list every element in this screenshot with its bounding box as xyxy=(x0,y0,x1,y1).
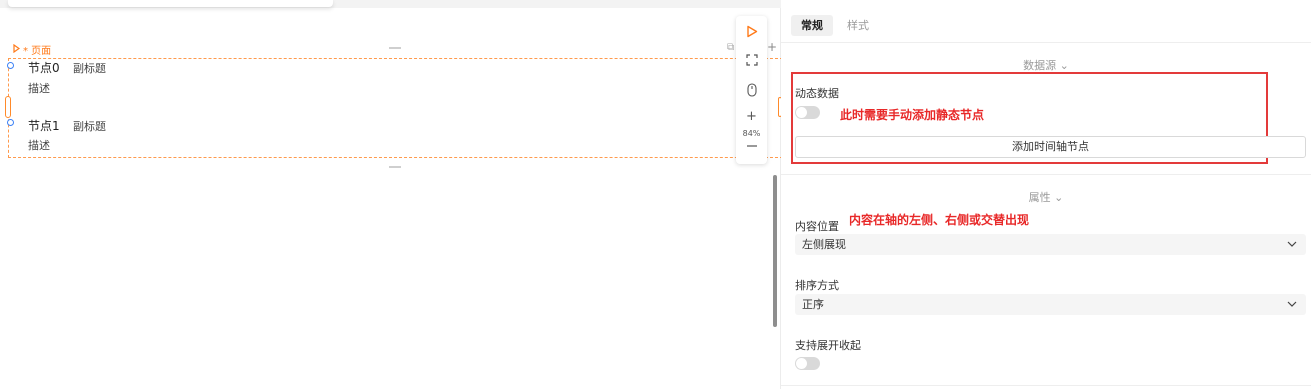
chevron-down-icon xyxy=(1287,294,1297,323)
collapse-toggle[interactable] xyxy=(795,357,820,370)
zoom-level: 84% xyxy=(742,129,761,138)
properties-section-header[interactable]: 属性 ⌄ xyxy=(781,189,1311,205)
divider xyxy=(781,385,1311,386)
divider xyxy=(781,174,1311,175)
add-timeline-node-button[interactable]: 添加时间轴节点 xyxy=(795,136,1306,158)
timeline-node-dot xyxy=(7,119,14,126)
node-description: 描述 xyxy=(28,82,50,95)
tab-style[interactable]: 样式 xyxy=(837,15,879,36)
sort-order-label: 排序方式 xyxy=(795,279,839,292)
content-position-select[interactable]: 左侧展现 xyxy=(795,234,1306,255)
editor-canvas[interactable]: * 页面 ⧉ + 节点0 副标题 描述 节点1 副标题 描述 + 84% xyxy=(0,0,783,389)
timeline-node-dot xyxy=(7,62,14,69)
mouse-icon[interactable] xyxy=(736,83,767,97)
node-title: 节点0 xyxy=(28,61,60,75)
tab-general[interactable]: 常规 xyxy=(791,15,833,36)
content-position-annotation: 内容在轴的左侧、右侧或交替出现 xyxy=(849,213,1030,227)
zoom-out-icon[interactable] xyxy=(736,145,767,147)
toggle-knob xyxy=(796,107,807,118)
copy-icon[interactable]: ⧉ xyxy=(727,42,734,53)
sort-order-select[interactable]: 正序 xyxy=(795,294,1306,315)
sort-order-value: 正序 xyxy=(802,298,824,311)
top-popover xyxy=(8,0,333,7)
datasource-section-header[interactable]: 数据源 ⌄ xyxy=(781,57,1311,73)
collapse-label: 支持展开收起 xyxy=(795,339,861,352)
fullscreen-icon[interactable] xyxy=(736,54,767,66)
resize-handle-left[interactable] xyxy=(5,96,11,118)
app-root: * 页面 ⧉ + 节点0 副标题 描述 节点1 副标题 描述 + 84% 常规 … xyxy=(0,0,1311,389)
add-icon[interactable]: + xyxy=(767,40,777,54)
page-tag-label: * 页面 xyxy=(23,46,52,57)
node-title: 节点1 xyxy=(28,119,60,133)
node-description: 描述 xyxy=(28,139,50,152)
node-subtitle: 副标题 xyxy=(73,62,106,75)
page-tag[interactable]: * 页面 xyxy=(13,42,51,57)
toggle-knob xyxy=(796,358,807,369)
panel-tabs: 常规 样式 xyxy=(791,15,879,36)
play-outline-icon xyxy=(13,43,21,56)
dynamic-data-annotation: 此时需要手动添加静态节点 xyxy=(840,108,985,122)
resize-handle-top[interactable] xyxy=(389,47,401,49)
canvas-toolbar: + 84% xyxy=(736,16,767,164)
content-position-value: 左侧展现 xyxy=(802,238,846,251)
properties-panel: 常规 样式 数据源 ⌄ 动态数据 此时需要手动添加静态节点 添加时间轴节点 属性… xyxy=(781,0,1311,389)
divider xyxy=(781,42,1311,43)
play-icon[interactable] xyxy=(736,25,767,38)
dynamic-data-toggle[interactable] xyxy=(795,106,820,119)
resize-handle-bottom[interactable] xyxy=(389,166,401,168)
zoom-in-icon[interactable]: + xyxy=(736,109,767,124)
dynamic-data-label: 动态数据 xyxy=(795,87,839,100)
canvas-scrollbar[interactable] xyxy=(773,175,777,327)
timeline-component[interactable] xyxy=(8,58,783,158)
chevron-down-icon xyxy=(1287,234,1297,263)
content-position-label: 内容位置 xyxy=(795,220,839,233)
node-subtitle: 副标题 xyxy=(73,120,106,133)
